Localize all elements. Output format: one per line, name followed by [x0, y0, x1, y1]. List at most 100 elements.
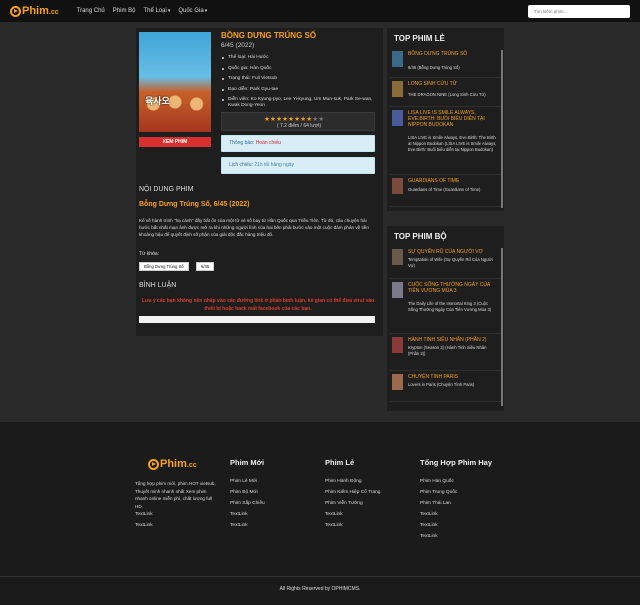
nav-country[interactable]: Quốc Gia▾ [178, 8, 207, 14]
list-item-title[interactable]: LISA LIVE IS SMILE ALWAYS, EVE.BIRTH: BU… [408, 110, 494, 128]
top-movies-panel: TOP PHIM LẺ BỒNG DƯNG TRÚNG SỐ 6/45 (Bỗn… [387, 28, 504, 211]
movie-thumbnail [392, 178, 403, 194]
list-item-title[interactable]: CUỘC SỐNG THƯỜNG NGÀY CỦA TIÊN VƯƠNG MÙA… [408, 282, 494, 294]
chevron-down-icon: ▾ [204, 8, 208, 14]
movie-info-list: Thể loại: Hài Hước Quốc gia: Hàn Quốc Tr… [220, 55, 380, 114]
list-item-title[interactable]: SỰ QUYẾN RŨ CỦA NGƯỜI VỢ [408, 249, 494, 255]
list-item-title[interactable]: CHUYỆN TÌNH PARIS [408, 374, 494, 380]
list-item[interactable]: CHUYỆN TÌNH PARIS Lovers in Paris (Chuyệ… [390, 372, 501, 402]
list-item-title[interactable]: GUARDIANS OF TIME [408, 178, 494, 184]
site-logo[interactable]: Phim .cc [10, 5, 59, 17]
footer-link[interactable]: TextLink [420, 523, 438, 528]
list-item-subtitle: 6/45 (Bỗng Dưng Trúng Số) [408, 65, 460, 70]
nav-genre[interactable]: Thể Loại▾ [143, 8, 170, 14]
footer-link[interactable]: Phim Sắp Chiếu [230, 501, 265, 506]
chevron-down-icon: ▾ [167, 8, 171, 14]
navbar: Phim .cc Trang Chủ Phim Bộ Thể Loại▾ Quố… [0, 0, 640, 22]
star-icon[interactable]: ★ [318, 116, 324, 123]
list-item[interactable]: LONG SINH CỬU TỬ THE DRAGON NINE (Long S… [390, 79, 501, 107]
footer-link[interactable]: Phim Kiếm Hiệp Cổ Trang [325, 490, 380, 495]
list-item-title[interactable]: BỒNG DƯNG TRÚNG SỐ [408, 51, 494, 57]
movie-detail-panel: 육사오 XEM PHIM BỒNG DƯNG TRÚNG SỐ 6/45 (20… [136, 28, 383, 336]
nav-country-label: Quốc Gia [178, 8, 204, 14]
comments-heading: BÌNH LUẬN [139, 282, 177, 289]
list-item[interactable]: LISA LIVE IS SMILE ALWAYS, EVE.BIRTH: BU… [390, 108, 501, 175]
poster-title: 육사오 [145, 96, 170, 106]
list-item[interactable]: SỰ QUYẾN RŨ CỦA NGƯỜI VỢ Temptation of W… [390, 247, 501, 279]
scrollbar[interactable] [501, 248, 503, 406]
info-cast: Diễn viên: Ko Kyung-pyo, Lee Yi-kyung, U… [220, 97, 380, 109]
logo-text: Phim [160, 458, 187, 470]
scrollbar[interactable] [501, 50, 503, 208]
top-series-heading: TOP PHIM BỘ [394, 232, 447, 241]
list-item-subtitle: Temptation of Wife (Sự Quyến Rũ Của Ngườ… [408, 257, 493, 268]
info-genre: Thể loại: Hài Hước [220, 55, 380, 61]
list-item[interactable]: HÀNH TINH SIÊU NHÂN (PHẦN 2) Krypton (Se… [390, 335, 501, 371]
content-heading: NỘI DUNG PHIM [139, 186, 194, 193]
play-logo-icon [10, 5, 21, 17]
logo-text: Phim [22, 5, 49, 17]
search-input[interactable] [528, 5, 630, 18]
movie-thumbnail [392, 110, 403, 126]
rating-text: ( 7.2 điểm / 64 lượt) [276, 123, 322, 129]
footer-link[interactable]: TextLink [325, 512, 343, 517]
footer-description: Tổng hợp phim mới, phim HOT vietsub, Thu… [135, 481, 216, 509]
nav-genre-label: Thể Loại [143, 8, 167, 14]
info-status: Trạng thái: Full Vietsub [220, 76, 380, 82]
notice-label: Thông báo: [229, 140, 255, 146]
movie-thumbnail [392, 51, 403, 67]
footer-link[interactable]: TextLink [230, 512, 248, 517]
footer-heading-movies: Phim Lẻ [325, 458, 355, 467]
keywords-label: Từ khóa: [139, 251, 160, 257]
nav-series[interactable]: Phim Bộ [113, 8, 136, 14]
list-item-subtitle: Guardians of Time (Guardians of Time) [408, 187, 481, 192]
logo-suffix: .cc [48, 9, 59, 16]
keyword-tag[interactable]: Bỗng Dưng Trúng Số [139, 262, 189, 271]
keyword-tag[interactable]: 6/45 [196, 262, 215, 271]
footer-link[interactable]: TextLink [230, 523, 248, 528]
nav-home[interactable]: Trang Chủ [77, 8, 105, 14]
rating-stars[interactable]: ★★★★★★★★★★ [264, 115, 324, 123]
list-item[interactable]: BỒNG DƯNG TRÚNG SỐ 6/45 (Bỗng Dưng Trúng… [390, 49, 501, 78]
info-country: Quốc gia: Hàn Quốc [220, 66, 380, 72]
comment-widget[interactable] [139, 316, 375, 323]
footer-link[interactable]: TextLink [135, 523, 153, 528]
footer-divider [0, 576, 640, 577]
footer-link[interactable]: Phim Bộ Mới [230, 490, 258, 495]
list-item-subtitle: THE DRAGON NINE (Long Sinh Cửu Tử) [408, 92, 486, 97]
list-item-title[interactable]: LONG SINH CỬU TỬ [408, 81, 494, 87]
logo-suffix: .cc [186, 462, 197, 469]
list-item-subtitle: The Daily Life of the Immortal King 3 (C… [408, 301, 492, 312]
footer-logo[interactable]: Phim .cc [148, 458, 197, 470]
play-logo-icon [148, 458, 159, 470]
schedule-box: Lịch chiếu: 21h tối hàng ngày [221, 157, 375, 174]
footer-link[interactable]: TextLink [420, 534, 438, 539]
movie-thumbnail [392, 337, 403, 353]
notice-value: Hoàn chiếu [255, 140, 281, 146]
footer: Phim .cc Tổng hợp phim mới, phim HOT vie… [0, 422, 640, 605]
list-item[interactable]: CUỘC SỐNG THƯỜNG NGÀY CỦA TIÊN VƯƠNG MÙA… [390, 280, 501, 334]
movie-title: BỒNG DƯNG TRÚNG SỐ [221, 31, 317, 40]
list-item[interactable]: GUARDIANS OF TIME Guardians of Time (Gua… [390, 176, 501, 207]
footer-heading-best: Tổng Hợp Phim Hay [420, 458, 493, 467]
watch-button[interactable]: XEM PHIM [139, 137, 211, 147]
footer-link[interactable]: Phim Trung Quốc [420, 490, 457, 495]
footer-link[interactable]: Phim Hành Động [325, 479, 362, 484]
movie-thumbnail [392, 249, 403, 265]
footer-link[interactable]: Phim Hàn Quốc [420, 479, 454, 484]
footer-link[interactable]: Phim Lẻ Mới [230, 479, 257, 484]
footer-link[interactable]: TextLink [420, 512, 438, 517]
movie-thumbnail [392, 374, 403, 390]
footer-link[interactable]: TextLink [325, 523, 343, 528]
movie-subtitle: 6/45 (2022) [221, 42, 255, 49]
footer-link[interactable]: Phim Viễn Tưởng [325, 501, 363, 506]
schedule-label: Lịch chiếu: [229, 162, 253, 168]
list-item-title[interactable]: HÀNH TINH SIÊU NHÂN (PHẦN 2) [408, 337, 494, 343]
rating-box: ★★★★★★★★★★ ( 7.2 điểm / 64 lượt) [221, 112, 375, 131]
schedule-value: 21h tối hàng ngày [254, 162, 295, 168]
footer-link[interactable]: Phim Thái Lan [420, 501, 451, 506]
footer-link[interactable]: TextLink [135, 512, 153, 517]
movie-thumbnail [392, 282, 403, 298]
list-item-subtitle: Krypton (Season 2) (Hành Tinh Siêu Nhân … [408, 345, 487, 356]
comments-warning: Lưu ý các bạn không nên nhấp vào các đườ… [141, 298, 375, 312]
